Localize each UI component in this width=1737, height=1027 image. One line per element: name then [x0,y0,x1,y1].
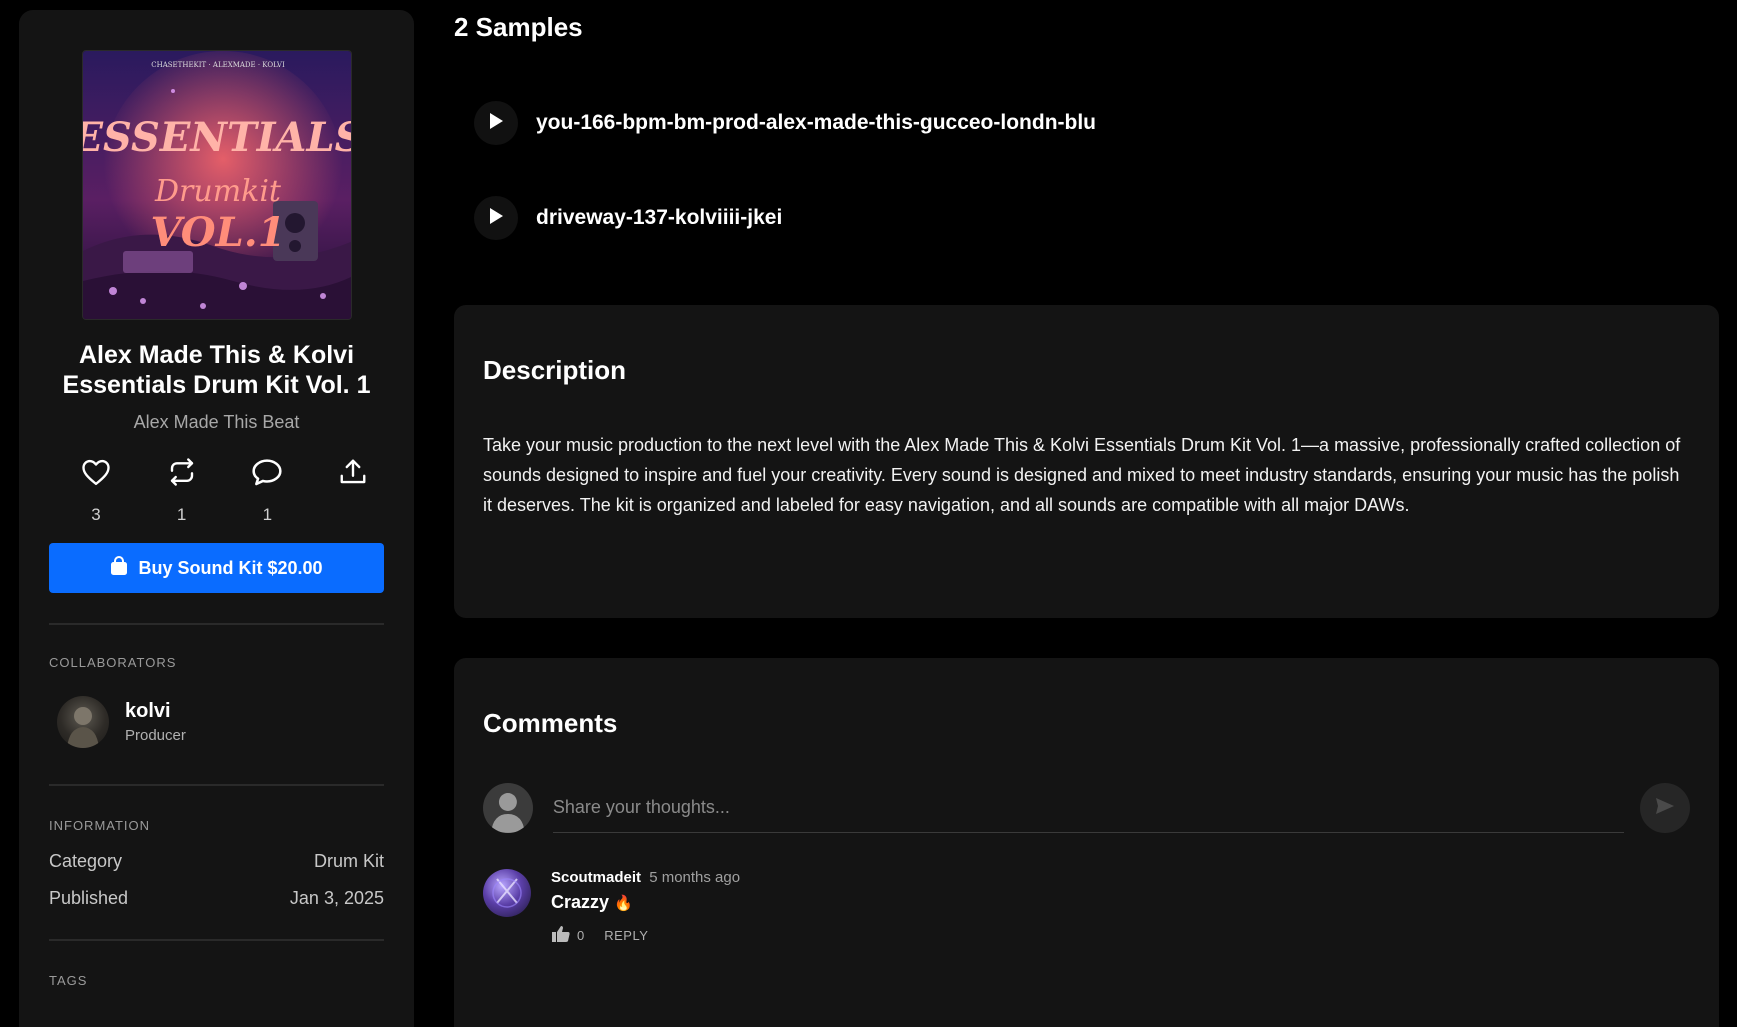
play-icon [488,207,504,230]
sidebar-divider [49,784,384,786]
info-value: Jan 3, 2025 [289,888,384,908]
play-icon [488,112,504,135]
description-text: Take your music production to the next l… [483,435,1681,515]
sample-name[interactable]: you-166-bpm-bm-prod-alex-made-this-gucce… [536,111,1096,135]
comment-button[interactable]: 1 [236,455,298,525]
collaborator-role: Producer [125,727,186,744]
svg-text:VOL.1: VOL.1 [150,209,285,256]
shopping-bag-icon [110,555,128,581]
sidebar-divider [49,623,384,625]
comment-username[interactable]: Scoutmadeit [551,869,641,886]
collaborators-label: COLLABORATORS [49,655,177,670]
comments-title: Comments [483,708,618,738]
repost-button[interactable]: 1 [151,455,213,525]
comment-like-button[interactable]: 0 [551,925,584,946]
comment-time: 5 months ago [649,869,741,886]
thumbs-up-icon [551,925,571,946]
comment-like-count: 0 [577,928,585,943]
comment-body: Crazzy [551,892,610,912]
sample-item[interactable]: you-166-bpm-bm-prod-alex-made-this-gucce… [474,101,1096,145]
comment-icon [250,455,284,489]
sidebar-divider [49,939,384,941]
comment-compose [483,783,1690,833]
fire-emoji: 🔥 [614,895,633,912]
send-icon [1655,797,1675,820]
collaborator-name[interactable]: kolvi [125,700,186,723]
comment-count: 1 [262,505,273,524]
collaborator-item[interactable]: kolvi Producer [57,696,384,748]
kit-sidebar: ESSENTIALS Drumkit VOL.1 CHASETHEKIT · A… [19,10,414,1027]
comment-input[interactable] [552,783,1625,833]
repost-count: 1 [176,505,187,524]
like-count: 3 [91,505,101,524]
kit-author[interactable]: Alex Made This Beat [49,412,384,433]
comment-text: Crazzy 🔥 [551,892,740,913]
comment-item: Scoutmadeit 5 months ago Crazzy 🔥 0 REPL… [483,869,1690,946]
kit-cover-image[interactable]: ESSENTIALS Drumkit VOL.1 CHASETHEKIT · A… [81,50,352,320]
kit-actions: 3 1 1 [49,455,384,525]
kit-title-line2: Essentials Drum Kit Vol. 1 [62,371,371,399]
repost-icon [165,455,199,489]
kit-title-line1: Alex Made This & Kolvi [78,341,355,369]
tags-label: TAGS [49,973,88,988]
info-key: Category [49,851,123,871]
buy-sound-kit-button[interactable]: Buy Sound Kit $20.00 [49,543,384,593]
send-comment-button[interactable] [1640,783,1690,833]
sample-item[interactable]: driveway-137-kolviiii-jkei [474,196,782,240]
svg-text:CHASETHEKIT · ALEXMADE · KOLVI: CHASETHEKIT · ALEXMADE · KOLVI [151,61,285,69]
play-button[interactable] [474,196,518,240]
heart-icon [79,455,113,489]
cover-title-text: ESSENTIALS [83,114,352,161]
play-button[interactable] [474,101,518,145]
user-avatar [483,783,533,833]
kit-title: Alex Made This & Kolvi Essentials Drum K… [49,340,384,400]
like-button[interactable]: 3 [65,455,127,525]
info-key: Published [49,888,129,908]
comment-reply-button[interactable]: REPLY [604,928,648,943]
information-label: INFORMATION [49,818,151,833]
description-card: Description Take your music production t… [454,305,1719,618]
avatar[interactable] [483,869,531,917]
samples-title: 2 Samples [454,12,583,42]
svg-text:Drumkit: Drumkit [154,174,282,209]
avatar [57,696,109,748]
info-row-category: Category Drum Kit [49,851,384,872]
buy-label: Buy Sound Kit $20.00 [138,557,323,578]
share-icon [336,455,370,489]
comments-card: Comments Scoutmadeit 5 months ago [454,658,1719,1027]
description-title: Description [483,355,627,385]
info-row-published: Published Jan 3, 2025 [49,888,384,909]
sample-name[interactable]: driveway-137-kolviiii-jkei [536,206,782,230]
info-value: Drum Kit [313,851,384,871]
share-button[interactable] [322,455,384,525]
